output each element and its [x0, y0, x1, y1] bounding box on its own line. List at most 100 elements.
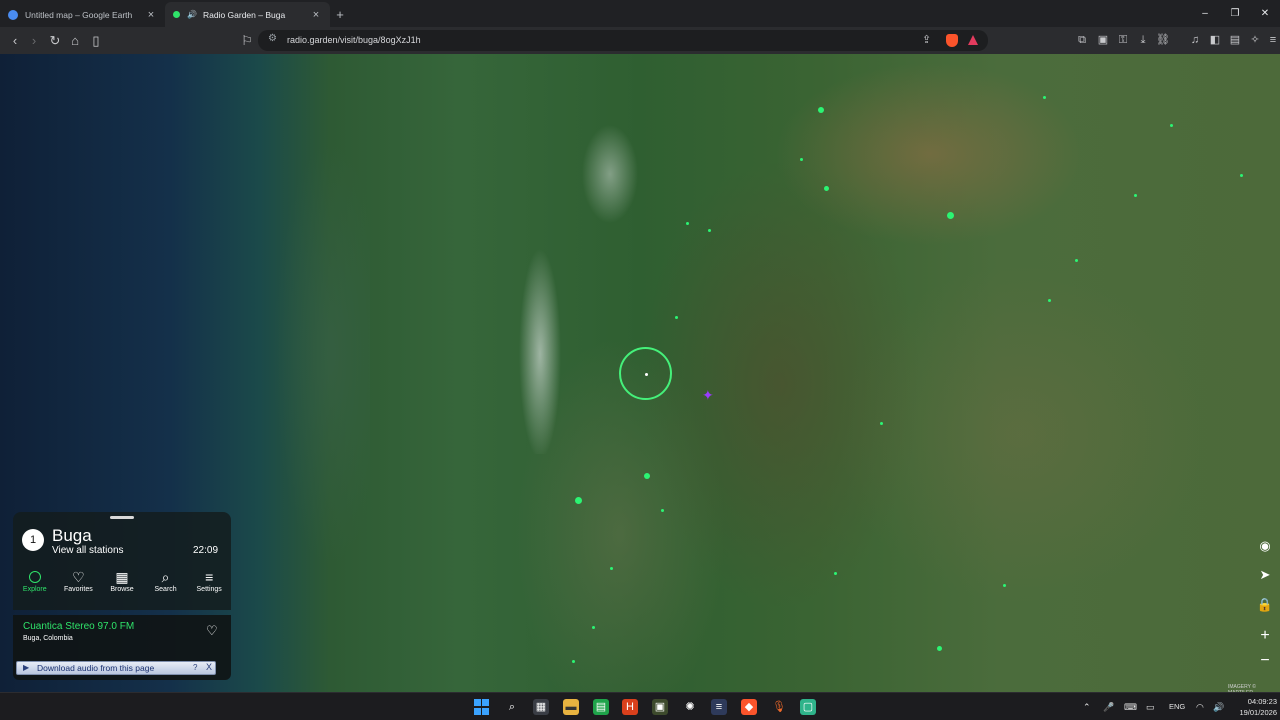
station-dot[interactable] — [592, 626, 595, 629]
download-icon[interactable]: ⤓ — [1136, 33, 1150, 47]
station-dot[interactable] — [675, 316, 678, 319]
tab-google-earth[interactable]: Untitled map – Google Earth × — [0, 2, 165, 27]
link-icon[interactable]: ⛓ — [1156, 33, 1170, 47]
leo-ai-icon[interactable]: ✧ — [1248, 33, 1262, 47]
sidebar-toggle-icon[interactable]: ▯ — [87, 32, 105, 50]
search-icon: ⌕ — [161, 569, 170, 585]
home-icon[interactable]: ⌂ — [66, 32, 84, 50]
password-icon[interactable]: ⚿ — [1116, 33, 1130, 47]
back-icon[interactable]: ‹ — [6, 32, 24, 50]
close-window-button[interactable]: ✕ — [1250, 0, 1280, 27]
chatgpt-icon[interactable]: ✺ — [682, 699, 698, 715]
new-tab-button[interactable]: + — [330, 2, 350, 27]
chat-app-icon[interactable]: ▢ — [800, 699, 816, 715]
panel-nav: Explore ♡ Favorites ▦ Browse ⌕ Search ≡ … — [13, 568, 231, 602]
spreadsheet-app-icon[interactable]: ▤ — [593, 699, 609, 715]
maximize-button[interactable]: ❐ — [1220, 0, 1250, 27]
clouds — [500, 114, 650, 454]
sidebar-icon[interactable]: ◧ — [1208, 33, 1222, 47]
station-dot[interactable] — [1003, 584, 1006, 587]
station-dot[interactable] — [937, 646, 942, 651]
forward-icon[interactable]: › — [25, 32, 43, 50]
station-count-badge: 1 — [22, 529, 44, 551]
calendar-app-icon[interactable]: ▦ — [533, 699, 549, 715]
music-icon[interactable]: ♫ — [1188, 33, 1202, 47]
url-text[interactable]: radio.garden/visit/buga/8ogXzJ1h — [287, 35, 421, 45]
microphone-app-icon[interactable]: 🎙 — [771, 699, 787, 715]
h-app-icon[interactable]: H — [622, 699, 638, 715]
station-dot[interactable] — [572, 660, 575, 663]
speaker-icon[interactable]: 🔊 — [187, 10, 197, 19]
chevron-up-icon[interactable]: ⌃ — [1083, 700, 1091, 714]
nav-favorites[interactable]: ♡ Favorites — [57, 568, 101, 602]
station-dot[interactable] — [1170, 124, 1173, 127]
site-info-icon[interactable]: ⚙ — [268, 33, 277, 44]
wifi-icon[interactable]: ◠ — [1196, 700, 1204, 714]
favorite-heart-icon[interactable]: ♡ — [206, 623, 218, 639]
download-audio-text[interactable]: Download audio from this page — [37, 663, 154, 673]
nav-explore[interactable]: Explore — [13, 568, 57, 602]
address-bar[interactable]: ⚙ radio.garden/visit/buga/8ogXzJ1h ⇪ — [258, 30, 988, 51]
station-dot[interactable] — [818, 107, 824, 113]
display-icon[interactable]: ▭ — [1146, 700, 1155, 714]
station-dot[interactable] — [824, 186, 829, 191]
mic-in-use-icon[interactable]: 🎤 — [1103, 700, 1114, 714]
zoom-in-button[interactable]: + — [1256, 627, 1274, 645]
station-dot[interactable] — [644, 473, 650, 479]
brave-rewards-icon[interactable] — [968, 35, 978, 45]
station-dot[interactable] — [1075, 259, 1078, 262]
zoom-out-button[interactable]: − — [1256, 652, 1274, 670]
reload-icon[interactable]: ↻ — [46, 32, 64, 50]
minimize-button[interactable]: – — [1190, 0, 1220, 27]
download-audio-bar[interactable]: ▶ Download audio from this page ? X — [16, 661, 216, 675]
station-dot[interactable] — [834, 572, 837, 575]
help-button[interactable]: ? — [193, 663, 197, 672]
keyboard-icon[interactable]: ⌨ — [1124, 700, 1137, 714]
brave-browser-icon[interactable]: ◆ — [741, 699, 757, 715]
station-dot[interactable] — [880, 422, 883, 425]
share-icon[interactable]: ⇪ — [922, 33, 931, 46]
radio-garden-icon — [173, 11, 180, 18]
station-dot[interactable] — [947, 212, 954, 219]
windows-start-icon[interactable] — [474, 699, 490, 715]
station-dot[interactable] — [708, 229, 711, 232]
station-dot[interactable] — [1134, 194, 1137, 197]
view-all-stations-link[interactable]: View all stations — [52, 545, 124, 556]
nav-search[interactable]: ⌕ Search — [144, 568, 188, 602]
station-dot[interactable] — [661, 509, 664, 512]
photo-app-icon[interactable]: ▣ — [652, 699, 668, 715]
drag-handle[interactable] — [110, 516, 134, 519]
globe-icon[interactable]: ◉ — [1256, 537, 1274, 555]
file-explorer-icon[interactable]: ▬ — [563, 699, 579, 715]
locate-icon[interactable]: ➤ — [1256, 566, 1274, 584]
nav-browse[interactable]: ▦ Browse — [100, 568, 144, 602]
selected-location-ring[interactable] — [619, 347, 672, 400]
station-dot[interactable] — [1048, 299, 1051, 302]
close-tab-icon[interactable]: × — [310, 9, 322, 21]
station-dot[interactable] — [686, 222, 689, 225]
station-dot[interactable] — [1043, 96, 1046, 99]
station-name[interactable]: Cuantica Stereo 97.0 FM — [23, 621, 134, 632]
station-dot[interactable] — [1240, 174, 1243, 177]
search-icon[interactable]: ⌕ — [504, 699, 520, 715]
close-tab-icon[interactable]: × — [145, 9, 157, 21]
station-dot[interactable] — [575, 497, 582, 504]
language-indicator[interactable]: ENG — [1169, 700, 1185, 714]
nav-settings[interactable]: ≡ Settings — [187, 568, 231, 602]
menu-icon[interactable]: ≡ — [1266, 33, 1280, 47]
station-dot[interactable] — [610, 567, 613, 570]
station-location: Buga, Colombia — [23, 635, 73, 642]
station-dot[interactable] — [800, 158, 803, 161]
close-download-bar-button[interactable]: X — [206, 662, 212, 672]
system-clock[interactable]: 04:09:23 19/01/2026 — [1232, 696, 1277, 718]
brave-shield-icon[interactable] — [946, 34, 958, 47]
bookmark-icon[interactable]: ⚐ — [238, 32, 256, 50]
screenshot-icon[interactable]: ▣ — [1096, 33, 1110, 47]
wallet-icon[interactable]: ▤ — [1228, 33, 1242, 47]
volume-icon[interactable]: 🔊 — [1213, 700, 1224, 714]
lock-icon[interactable]: 🔒 — [1256, 596, 1274, 614]
tab-radio-garden[interactable]: 🔊 Radio Garden – Buga × — [165, 2, 330, 27]
extensions-icon[interactable]: ⧉ — [1075, 33, 1089, 47]
radio-garden-panel: 1 Buga View all stations 22:09 Explore ♡… — [13, 512, 231, 680]
stack-app-icon[interactable]: ≡ — [711, 699, 727, 715]
